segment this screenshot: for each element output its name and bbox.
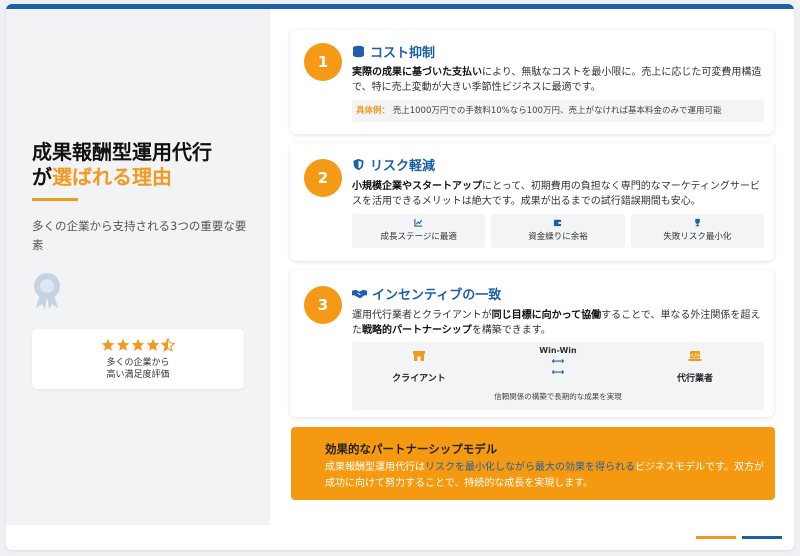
exchange-arrows-icon: ⟷ ⟷	[551, 357, 565, 378]
reason-number-3: 3	[304, 286, 342, 324]
laptop-code-icon: </>	[688, 351, 702, 361]
pager-indicator-blue	[742, 536, 782, 539]
reason-card-3: 3 インセンティブの一致 運用代行業者とクライアントが同じ目標に向かって協働する…	[290, 270, 774, 417]
rating-caption: 多くの企業から 高い満足度評価	[106, 358, 170, 380]
example-box: 具体例： 売上1000万円での手数料10%なら100万円、売上がなければ基本料金…	[352, 100, 764, 122]
star-half-icon	[161, 338, 175, 352]
wallet-icon	[554, 219, 562, 227]
star-icon	[116, 338, 130, 351]
agency-node: </> 代行業者	[650, 350, 740, 384]
client-node: クライアント	[374, 350, 464, 384]
reason-card-1: 1 コスト抑制 実際の成果に基づいた支払いにより、無駄なコストを最小限に。売上に…	[290, 30, 774, 134]
partnership-diagram: クライアント Win-Win ⟷ ⟷ </> 代行業者 信頼関係の構築で長期的な成…	[352, 342, 764, 410]
feature-item: 成長ステージに最適	[352, 214, 486, 248]
rating-box: 多くの企業から 高い満足度評価	[32, 329, 244, 389]
reason-title-1: コスト抑制	[352, 42, 435, 61]
partnership-note: 信頼関係の構築で長期的な成果を実現	[494, 392, 622, 401]
feature-item: 資金繰りに余裕	[491, 214, 625, 248]
reason-number-2: 2	[304, 159, 342, 197]
svg-text:</>: </>	[690, 353, 700, 359]
reason-body-2: 小規模企業やスタートアップにとって、初期費用の負担なく専門的なマーケティングサー…	[352, 181, 760, 207]
feature-item: 失敗リスク最小化	[630, 214, 764, 248]
slide-frame: 成果報酬型運用代行 が選ばれる理由 多くの企業から支持される3つの重要な要素 多…	[6, 4, 794, 550]
reason-body-3: 運用代行業者とクライアントが同じ目標に向かって協働することで、単なる外注関係を超…	[352, 310, 761, 336]
summary-title: 効果的なパートナーシップモデル	[325, 442, 498, 456]
star-icon	[101, 338, 115, 351]
handshake-icon	[352, 289, 367, 299]
star-rating	[32, 338, 244, 354]
reason-number-1: 1	[304, 43, 342, 81]
title-highlight: 選ばれる理由	[52, 165, 172, 189]
reason-card-2: 2 リスク軽減 小規模企業やスタートアップにとって、初期費用の負担なく専門的なマ…	[290, 143, 774, 261]
coins-icon	[352, 45, 365, 58]
pager-indicator-orange	[696, 536, 736, 539]
left-panel	[6, 9, 270, 525]
title-line1: 成果報酬型運用代行	[32, 140, 212, 164]
feature-row: 成長ステージに最適 資金繰りに余裕 失敗リスク最小化	[352, 214, 764, 248]
reason-title-2: リスク軽減	[352, 155, 435, 174]
reason-body-1: 実際の成果に基づいた支払いにより、無駄なコストを最小限に。売上に応じた可変費用構…	[352, 67, 762, 93]
summary-text: 成果報酬型運用代行はリスクを最小化しながら最大の効果を得られるビジネスモデルです…	[325, 462, 764, 489]
award-ribbon-icon	[32, 272, 62, 310]
trophy-icon	[695, 218, 700, 227]
star-icon	[146, 338, 160, 351]
summary-box: 効果的なパートナーシップモデル 成果報酬型運用代行はリスクを最小化しながら最大の…	[291, 427, 775, 500]
win-win-link: Win-Win ⟷ ⟷	[508, 346, 608, 379]
reason-title-3: インセンティブの一致	[352, 284, 501, 303]
page-subtitle: 多くの企業から支持される3つの重要な要素	[32, 219, 247, 252]
chart-line-icon	[414, 218, 423, 227]
star-icon	[131, 338, 145, 351]
page-title: 成果報酬型運用代行 が選ばれる理由	[32, 140, 262, 190]
title-underline	[32, 198, 78, 201]
shield-icon	[353, 158, 364, 171]
store-icon	[413, 351, 425, 361]
title-prefix: が	[32, 165, 52, 189]
